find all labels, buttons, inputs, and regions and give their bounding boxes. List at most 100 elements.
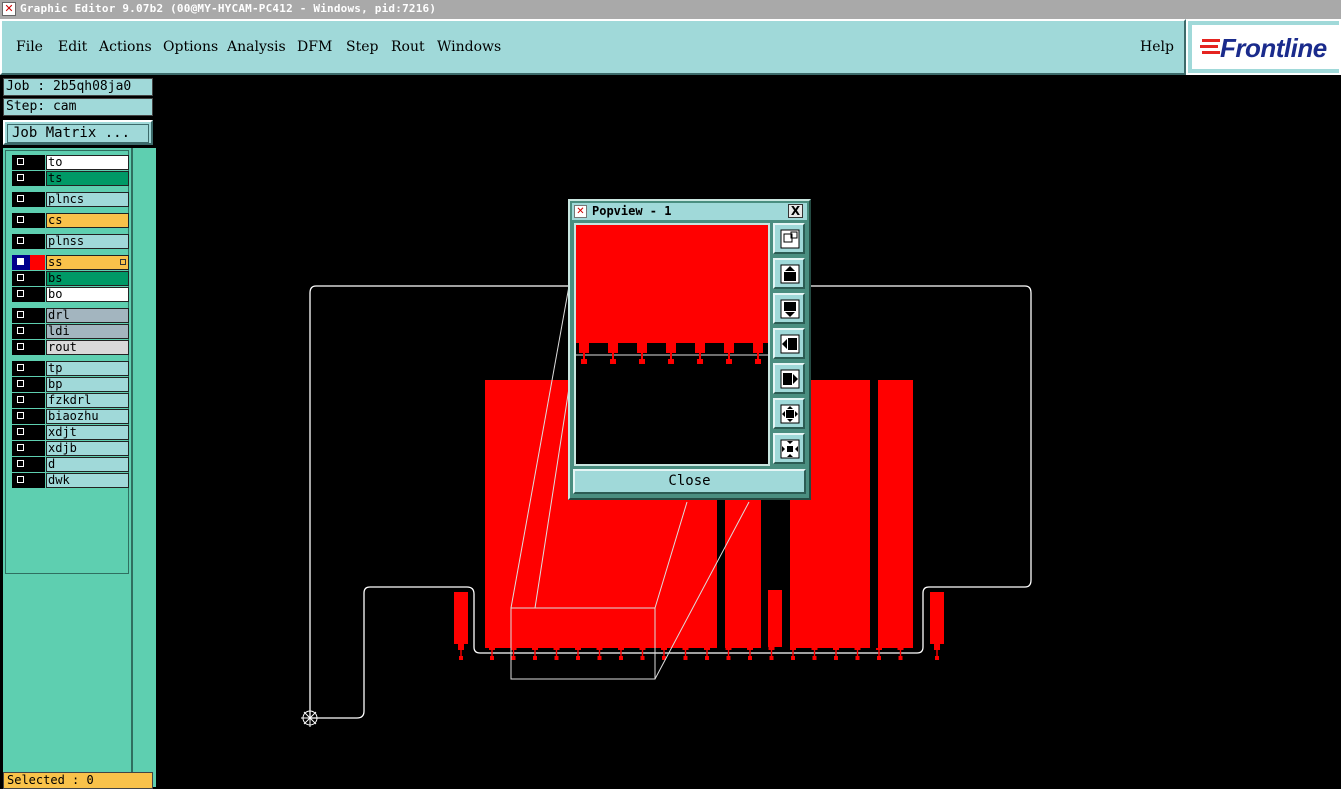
layer-name[interactable]: cs <box>46 213 129 228</box>
layer-name[interactable]: fzkdrl <box>46 393 129 408</box>
layer-name[interactable]: biaozhu <box>46 409 129 424</box>
layer-display-swatch[interactable] <box>30 155 45 170</box>
layer-display-swatch[interactable] <box>30 409 45 424</box>
layer-row-drl[interactable]: drl <box>12 308 130 323</box>
zoom-out-button[interactable] <box>773 398 805 429</box>
menu-help[interactable]: Help <box>1140 39 1174 55</box>
layer-display-swatch[interactable] <box>30 271 45 286</box>
layer-name[interactable]: d <box>46 457 129 472</box>
layer-display-swatch[interactable] <box>30 308 45 323</box>
layer-checkbox[interactable] <box>12 340 30 355</box>
layer-display-swatch[interactable] <box>30 192 45 207</box>
layer-checkbox[interactable] <box>12 409 30 424</box>
menu-rout[interactable]: Rout <box>391 39 425 55</box>
layer-row-plncs[interactable]: plncs <box>12 192 130 207</box>
layer-display-swatch[interactable] <box>30 425 45 440</box>
layer-checkbox[interactable] <box>12 287 30 302</box>
popview-title-bar[interactable]: ✕ Popview - 1 X <box>572 203 807 220</box>
layer-checkbox[interactable] <box>12 255 30 270</box>
layer-row-tp[interactable]: tp <box>12 361 130 376</box>
menu-dfm[interactable]: DFM <box>297 39 332 55</box>
layer-display-swatch[interactable] <box>30 457 45 472</box>
layer-display-swatch[interactable] <box>30 234 45 249</box>
layer-name[interactable]: dwk <box>46 473 129 488</box>
layer-display-swatch[interactable] <box>30 377 45 392</box>
layer-checkbox[interactable] <box>12 324 30 339</box>
menu-file[interactable]: File <box>16 39 43 55</box>
pan-left-button[interactable] <box>773 328 805 359</box>
layer-name[interactable]: bp <box>46 377 129 392</box>
layer-name[interactable]: drl <box>46 308 129 323</box>
layer-name[interactable]: plnss <box>46 234 129 249</box>
layer-display-swatch[interactable] <box>30 340 45 355</box>
layer-checkbox[interactable] <box>12 457 30 472</box>
layer-checkbox[interactable] <box>12 377 30 392</box>
layer-display-swatch[interactable] <box>30 287 45 302</box>
layer-display-swatch[interactable] <box>30 213 45 228</box>
layer-checkbox[interactable] <box>12 155 30 170</box>
zoom-fit-button[interactable] <box>773 223 805 254</box>
menu-actions[interactable]: Actions <box>99 39 152 55</box>
layer-display-swatch[interactable] <box>30 441 45 456</box>
pan-down-button[interactable] <box>773 293 805 324</box>
layer-name[interactable]: ldi <box>46 324 129 339</box>
layer-name[interactable]: rout <box>46 340 129 355</box>
popview-close-icon[interactable]: X <box>788 204 803 218</box>
layer-checkbox[interactable] <box>12 171 30 186</box>
layer-scrollbar[interactable] <box>131 148 156 787</box>
layer-checkbox[interactable] <box>12 271 30 286</box>
layer-row-d[interactable]: d <box>12 457 130 472</box>
menu-edit[interactable]: Edit <box>58 39 87 55</box>
menu-step[interactable]: Step <box>346 39 378 55</box>
layer-checkbox[interactable] <box>12 213 30 228</box>
zoom-in-button[interactable] <box>773 433 805 464</box>
layer-display-swatch[interactable] <box>30 393 45 408</box>
layer-display-swatch[interactable] <box>30 171 45 186</box>
layer-row-ldi[interactable]: ldi <box>12 324 130 339</box>
layer-row-to[interactable]: to <box>12 155 130 170</box>
popview-close-button[interactable]: Close <box>573 469 806 494</box>
layer-row-biaozhu[interactable]: biaozhu <box>12 409 130 424</box>
pan-up-button[interactable] <box>773 258 805 289</box>
layer-checkbox[interactable] <box>12 308 30 323</box>
layer-row-ts[interactable]: ts <box>12 171 130 186</box>
layer-checkbox[interactable] <box>12 393 30 408</box>
layer-name[interactable]: plncs <box>46 192 129 207</box>
layer-checkbox[interactable] <box>12 234 30 249</box>
layer-row-bo[interactable]: bo <box>12 287 130 302</box>
layer-name[interactable]: to <box>46 155 129 170</box>
layer-name[interactable]: ts <box>46 171 129 186</box>
layer-row-dwk[interactable]: dwk <box>12 473 130 488</box>
layer-name[interactable]: bo <box>46 287 129 302</box>
layer-checkbox[interactable] <box>12 441 30 456</box>
layer-row-cs[interactable]: cs <box>12 213 130 228</box>
layer-checkbox[interactable] <box>12 361 30 376</box>
menu-analysis[interactable]: Analysis <box>227 39 286 55</box>
layer-checkbox[interactable] <box>12 425 30 440</box>
layer-row-bp[interactable]: bp <box>12 377 130 392</box>
menu-windows[interactable]: Windows <box>437 39 501 55</box>
layer-name[interactable]: tp <box>46 361 129 376</box>
layer-name[interactable]: bs <box>46 271 129 286</box>
pan-right-button[interactable] <box>773 363 805 394</box>
layer-row-rout[interactable]: rout <box>12 340 130 355</box>
layer-row-ss[interactable]: ss <box>12 255 130 270</box>
job-matrix-button[interactable]: Job Matrix ... <box>7 124 149 143</box>
layer-row-fzkdrl[interactable]: fzkdrl <box>12 393 130 408</box>
layer-row-bs[interactable]: bs <box>12 271 130 286</box>
layer-checkbox[interactable] <box>12 192 30 207</box>
layer-name[interactable]: ss <box>46 255 129 270</box>
layer-name[interactable]: xdjt <box>46 425 129 440</box>
menu-options[interactable]: Options <box>163 39 218 55</box>
layer-display-swatch[interactable] <box>30 324 45 339</box>
layer-display-swatch[interactable] <box>30 255 45 270</box>
layer-display-swatch[interactable] <box>30 361 45 376</box>
popview-pin-pad <box>724 343 734 353</box>
layer-row-plnss[interactable]: plnss <box>12 234 130 249</box>
layer-checkbox[interactable] <box>12 473 30 488</box>
layer-name[interactable]: xdjb <box>46 441 129 456</box>
layer-row-xdjt[interactable]: xdjt <box>12 425 130 440</box>
layer-display-swatch[interactable] <box>30 473 45 488</box>
popview-viewport[interactable] <box>574 223 770 466</box>
layer-row-xdjb[interactable]: xdjb <box>12 441 130 456</box>
